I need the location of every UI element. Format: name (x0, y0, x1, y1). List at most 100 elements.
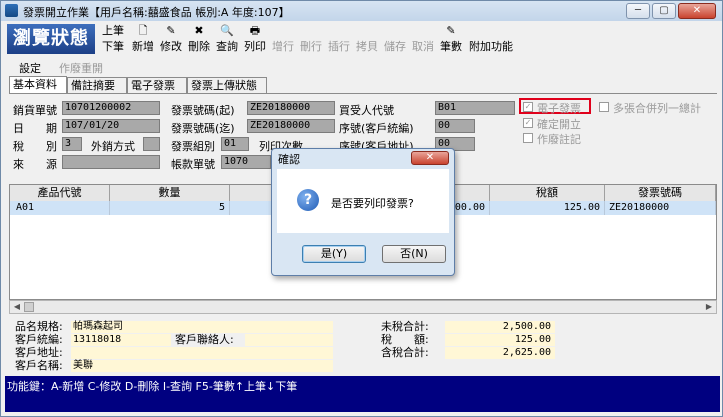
no-button[interactable]: 否(N) (382, 245, 446, 263)
copy-icon (353, 23, 381, 38)
sales-no-field[interactable]: 10701200002 (62, 101, 160, 115)
function-key-bar: 功能鍵：A-新增 C-修改 D-刪除 I-查詢 F5-筆數↑上筆↓下筆 (5, 376, 720, 412)
summary-panel: 品名規格: 帕瑪森起司 客戶統編: 13118018 客戶聯絡人: 客戶地址: … (9, 317, 717, 375)
extra-functions-button[interactable]: 附加功能 (465, 23, 517, 54)
confirm-checkbox[interactable]: ✓ (523, 118, 533, 128)
tab-notes[interactable]: 備註摘要 (67, 77, 127, 93)
inv-end-label: 發票號碼(迄) (171, 122, 235, 135)
title-bar: 發票開立作業【用戶名稱:囍盛食品 帳別:A 年度:107】 ─ ▢ ✕ (1, 1, 722, 21)
cancel-button[interactable]: 取消 (409, 23, 437, 54)
add-row-button[interactable]: 增行 (269, 23, 297, 54)
merge-label: 多張合併列一總計 (613, 102, 701, 115)
prev-next-button[interactable]: 上筆 下筆 (99, 23, 127, 54)
print-button-label: 列印 (244, 40, 266, 53)
addr-field (71, 347, 333, 359)
maximize-button[interactable]: ▢ (652, 3, 676, 19)
copy-label: 拷貝 (356, 40, 378, 53)
print-button[interactable]: 🖶 列印 (241, 23, 269, 54)
delete-row-icon (297, 23, 325, 38)
inv-group-label: 發票組別 (171, 140, 215, 153)
cell-tax[interactable]: 125.00 (490, 201, 605, 215)
buyer-label: 買受人代號 (339, 104, 394, 117)
contact-field (245, 334, 333, 346)
col-header-product-code[interactable]: 產品代號 (10, 185, 110, 201)
add-row-icon (269, 23, 297, 38)
extra-icon (465, 23, 517, 38)
next-record-label[interactable]: 下筆 (102, 40, 124, 53)
account-no-field[interactable]: 1070 (221, 155, 271, 169)
minimize-button[interactable]: ─ (626, 3, 650, 19)
pretax-label: 未稅合計: (381, 320, 429, 333)
merge-checkbox[interactable] (599, 102, 609, 112)
account-no-label: 帳款單號 (171, 158, 215, 171)
seq-label: 序號(客戶統編) (339, 122, 414, 135)
tax-id-label: 客戶統編: (15, 333, 63, 346)
menu-settings[interactable]: 設定 (19, 60, 41, 76)
confirm-dialog: 確認 ✕ ? 是否要列印發票? 是(Y) 否(N) (271, 148, 455, 276)
scroll-thumb[interactable] (24, 302, 34, 312)
prev-record-label[interactable]: 上筆 (99, 23, 127, 38)
cell-invoice[interactable]: ZE20180000 (605, 201, 716, 215)
edit-button[interactable]: ✎ 修改 (157, 23, 185, 54)
col-header-invoice[interactable]: 發票號碼 (605, 185, 716, 201)
tab-upload-status[interactable]: 發票上傳狀態 (187, 77, 267, 93)
scroll-left-icon[interactable]: ◀ (10, 301, 24, 313)
col-header-tax[interactable]: 稅額 (490, 185, 605, 201)
search-icon: 🔍 (220, 24, 234, 37)
delete-row-button[interactable]: 刪行 (297, 23, 325, 54)
source-field[interactable] (62, 155, 160, 169)
copy-button[interactable]: 拷貝 (353, 23, 381, 54)
save-icon (381, 23, 409, 38)
inv-start-field[interactable]: ZE20180000 (247, 101, 335, 115)
inv-end-field[interactable]: ZE20180000 (247, 119, 335, 133)
delete-icon: ✖ (194, 24, 204, 37)
dialog-close-button[interactable]: ✕ (411, 151, 449, 165)
tax-label: 稅 別 (13, 140, 57, 153)
total-field: 2,625.00 (445, 347, 555, 359)
customer-name-label: 客戶名稱: (15, 359, 63, 372)
state-indicator: 瀏覽狀態 (7, 24, 95, 54)
yes-button[interactable]: 是(Y) (302, 245, 366, 263)
delete-button[interactable]: ✖ 刪除 (185, 23, 213, 54)
insert-row-button[interactable]: 插行 (325, 23, 353, 54)
inv-group-field[interactable]: 01 (221, 137, 249, 151)
e-invoice-checkbox[interactable]: ✓ (523, 102, 533, 112)
menu-bar: 設定 作廢重開 (1, 59, 722, 75)
main-window: 發票開立作業【用戶名稱:囍盛食品 帳別:A 年度:107】 ─ ▢ ✕ 瀏覽狀態… (0, 0, 723, 417)
cell-product-code[interactable]: A01 (10, 201, 110, 215)
count-label: 筆數 (440, 40, 462, 53)
tax-field[interactable]: 3 (62, 137, 82, 151)
tax-method-field[interactable] (143, 137, 160, 151)
query-button[interactable]: 🔍 查詢 (213, 23, 241, 54)
tax-amount-label: 稅 額: (381, 333, 429, 346)
horizontal-scrollbar[interactable]: ◀ ▶ (9, 300, 717, 314)
save-button[interactable]: 儲存 (381, 23, 409, 54)
buyer-field[interactable]: B01 (435, 101, 515, 115)
add-row-label: 增行 (272, 40, 294, 53)
menu-void-reopen[interactable]: 作廢重開 (59, 60, 103, 76)
window-title: 發票開立作業【用戶名稱:囍盛食品 帳別:A 年度:107】 (23, 6, 290, 19)
count-button[interactable]: ✎ 筆數 (437, 23, 465, 54)
product-label: 品名規格: (15, 320, 63, 333)
contact-label: 客戶聯絡人: (175, 333, 234, 346)
dialog-message: 是否要列印發票? (331, 197, 414, 210)
col-header-qty[interactable]: 數量 (110, 185, 230, 201)
date-field[interactable]: 107/01/20 (62, 119, 160, 133)
tab-e-invoice[interactable]: 電子發票 (127, 77, 187, 93)
new-doc-icon: 🗋 (138, 24, 148, 37)
cell-qty[interactable]: 5 (110, 201, 230, 215)
tab-basic[interactable]: 基本資料 (9, 76, 67, 93)
close-button[interactable]: ✕ (678, 3, 716, 19)
pencil-icon: ✎ (446, 24, 456, 37)
void-mark-label: 作廢註記 (537, 133, 581, 146)
date-label: 日 期 (13, 122, 57, 135)
dialog-title: 確認 (278, 153, 300, 166)
function-key-text: 功能鍵：A-新增 C-修改 D-刪除 I-查詢 F5-筆數↑上筆↓下筆 (7, 380, 298, 393)
dialog-body: ? 是否要列印發票? (277, 169, 449, 233)
edit-icon: ✎ (166, 24, 176, 37)
void-mark-checkbox[interactable] (523, 133, 533, 143)
delete-row-label: 刪行 (300, 40, 322, 53)
add-button[interactable]: 🗋 新增 (129, 23, 157, 54)
seq-field[interactable]: 00 (435, 119, 475, 133)
scroll-right-icon[interactable]: ▶ (702, 301, 716, 313)
